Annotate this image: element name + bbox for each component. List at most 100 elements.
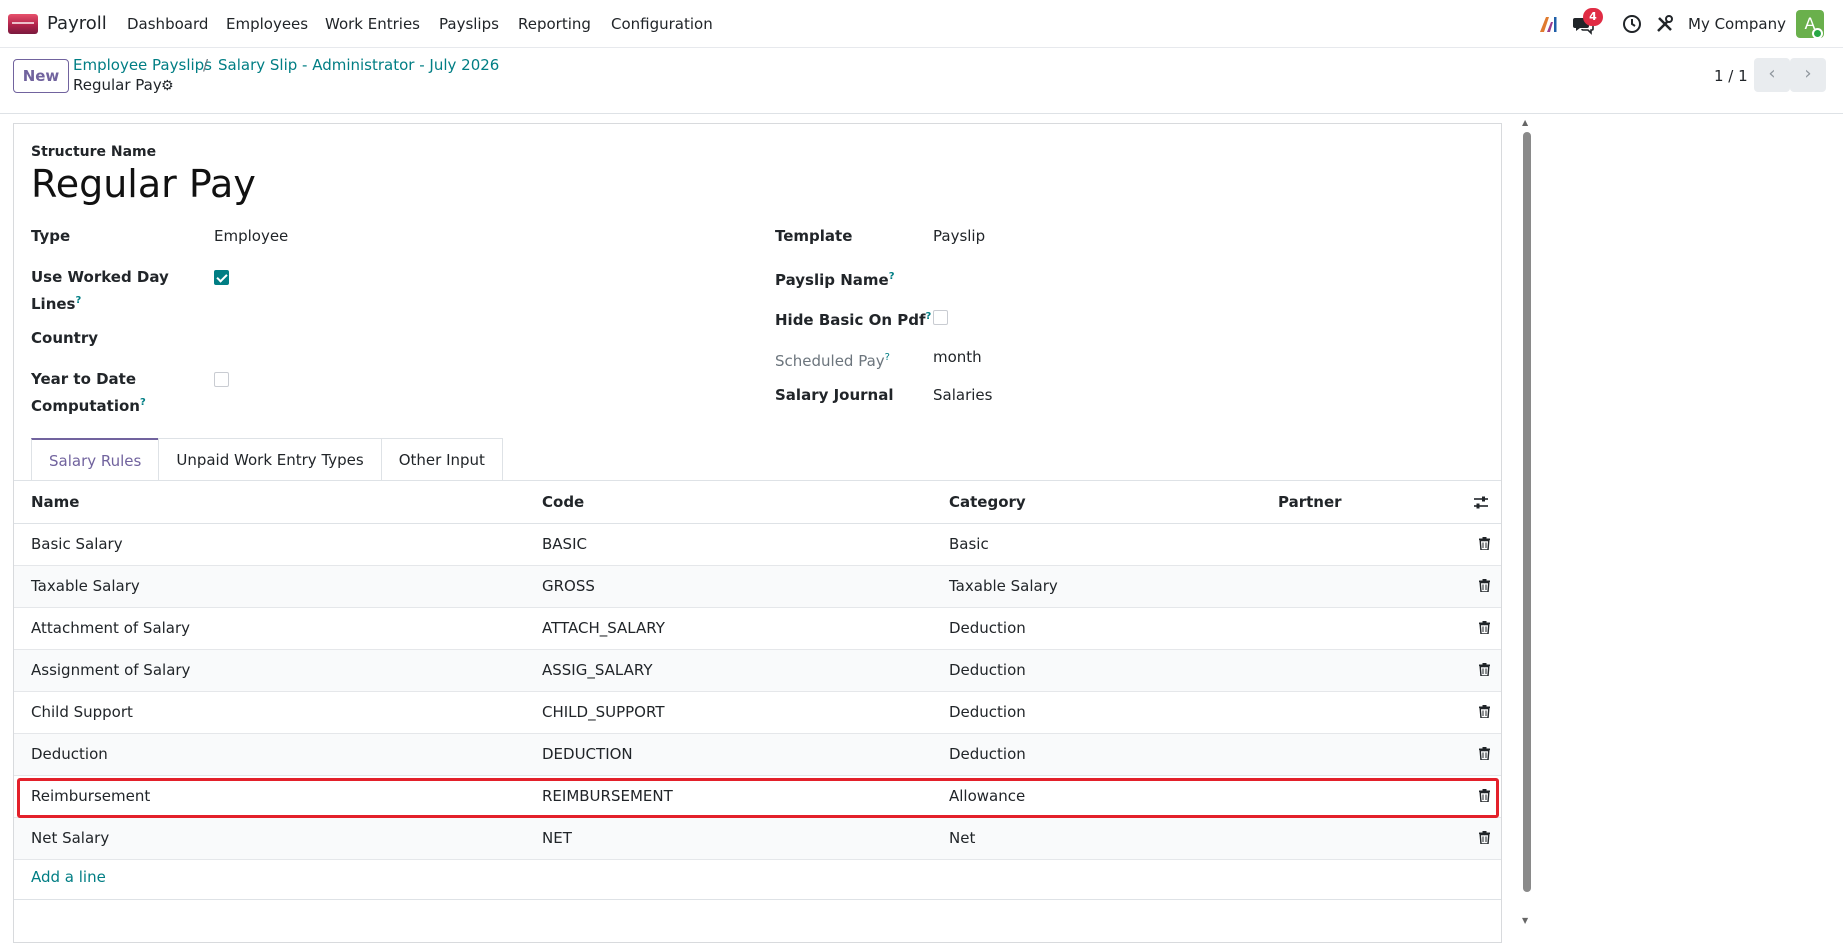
worked-day-help-icon[interactable]: ? <box>75 295 81 306</box>
trash-icon[interactable] <box>1479 705 1490 718</box>
rule-category: Deduction <box>949 703 1026 721</box>
menu-dashboard[interactable]: Dashboard <box>127 15 208 33</box>
table-row[interactable]: Child Support CHILD_SUPPORT Deduction <box>14 692 1501 734</box>
table-row[interactable]: Attachment of Salary ATTACH_SALARY Deduc… <box>14 608 1501 650</box>
worked-day-label-line1: Use Worked Day <box>31 268 169 286</box>
menu-configuration[interactable]: Configuration <box>611 15 713 33</box>
scroll-up-arrow[interactable]: ▲ <box>1522 118 1528 127</box>
tab-other-input[interactable]: Other Input <box>380 438 503 481</box>
control-panel: New Employee Payslips / Salary Slip - Ad… <box>0 48 1843 114</box>
trash-icon[interactable] <box>1479 831 1490 844</box>
trash-icon[interactable] <box>1479 621 1490 634</box>
menu-employees[interactable]: Employees <box>226 15 308 33</box>
rule-category: Deduction <box>949 661 1026 679</box>
payroll-app-icon[interactable] <box>8 14 38 34</box>
structure-name-field[interactable]: Regular Pay <box>31 162 256 206</box>
rule-code: ATTACH_SALARY <box>542 619 665 637</box>
ytd-help-icon[interactable]: ? <box>140 397 146 408</box>
previous-record-button[interactable]: ‹ <box>1754 58 1790 92</box>
structure-name-label: Structure Name <box>31 144 157 160</box>
scheduled-pay-help-icon[interactable]: ? <box>885 352 890 363</box>
gear-icon[interactable]: ⚙ <box>161 78 174 94</box>
tab-salary-rules[interactable]: Salary Rules <box>31 438 160 481</box>
table-row[interactable]: Taxable Salary GROSS Taxable Salary <box>14 566 1501 608</box>
table-row[interactable]: Assignment of Salary ASSIG_SALARY Deduct… <box>14 650 1501 692</box>
tab-unpaid-work-entry-types[interactable]: Unpaid Work Entry Types <box>158 438 382 481</box>
pager-value[interactable]: 1 / 1 <box>1714 67 1748 85</box>
breadcrumb-employee-payslips[interactable]: Employee Payslips <box>73 56 212 74</box>
hide-basic-checkbox[interactable] <box>933 310 948 325</box>
rule-code: BASIC <box>542 535 587 553</box>
rule-name: Assignment of Salary <box>31 661 191 679</box>
ai-icon[interactable] <box>1538 14 1558 34</box>
rule-name: Deduction <box>31 745 108 763</box>
rule-category: Basic <box>949 535 989 553</box>
top-navbar: Payroll Dashboard Employees Work Entries… <box>0 0 1843 48</box>
type-field[interactable]: Employee <box>214 227 288 245</box>
table-row[interactable]: Net Salary NET Net <box>14 818 1501 860</box>
ytd-label-text: Computation <box>31 397 140 415</box>
rule-code: GROSS <box>542 577 595 595</box>
worked-day-label-line2: Lines? <box>31 289 81 316</box>
rule-category: Taxable Salary <box>949 577 1058 595</box>
salary-journal-label: Salary Journal <box>775 386 894 404</box>
record-title: Regular Pay <box>73 76 162 94</box>
tools-icon[interactable] <box>1655 14 1675 34</box>
worked-day-checkbox[interactable] <box>214 270 229 285</box>
rule-code: ASSIG_SALARY <box>542 661 653 679</box>
template-label: Template <box>775 227 853 245</box>
payslip-name-help-icon[interactable]: ? <box>889 271 895 282</box>
column-header-category[interactable]: Category <box>949 493 1026 511</box>
hide-basic-help-icon[interactable]: ? <box>925 311 931 322</box>
menu-reporting[interactable]: Reporting <box>518 15 591 33</box>
column-header-partner[interactable]: Partner <box>1278 493 1342 511</box>
table-row[interactable]: Basic Salary BASIC Basic <box>14 524 1501 566</box>
app-name[interactable]: Payroll <box>47 13 107 34</box>
column-header-code[interactable]: Code <box>542 493 584 511</box>
trash-icon[interactable] <box>1479 747 1490 760</box>
type-label: Type <box>31 227 71 245</box>
salary-journal-field[interactable]: Salaries <box>933 386 992 404</box>
rule-code: DEDUCTION <box>542 745 633 763</box>
rule-category: Allowance <box>949 787 1026 805</box>
clock-icon[interactable] <box>1622 14 1642 34</box>
trash-icon[interactable] <box>1479 579 1490 592</box>
next-record-button[interactable]: › <box>1790 58 1826 92</box>
menu-payslips[interactable]: Payslips <box>439 15 499 33</box>
rule-code: REIMBURSEMENT <box>542 787 673 805</box>
rule-name: Basic Salary <box>31 535 123 553</box>
breadcrumb-salary-slip[interactable]: Salary Slip - Administrator - July 2026 <box>218 56 499 74</box>
trash-icon[interactable] <box>1479 663 1490 676</box>
new-button[interactable]: New <box>13 59 69 93</box>
ytd-checkbox[interactable] <box>214 372 229 387</box>
scheduled-pay-label: Scheduled Pay? <box>775 346 890 373</box>
menu-work-entries[interactable]: Work Entries <box>325 15 420 33</box>
trash-icon[interactable] <box>1479 537 1490 550</box>
table-row-selected[interactable]: Reimbursement REIMBURSEMENT Allowance <box>14 776 1501 818</box>
rule-code: CHILD_SUPPORT <box>542 703 665 721</box>
table-footer-divider <box>14 899 1501 900</box>
company-switcher[interactable]: My Company <box>1688 15 1786 33</box>
scrollbar-thumb[interactable] <box>1523 132 1531 892</box>
table-header: Name Code Category Partner <box>14 481 1501 524</box>
scroll-down-arrow[interactable]: ▼ <box>1522 916 1528 925</box>
scheduled-pay-label-text: Scheduled Pay <box>775 352 885 370</box>
template-field[interactable]: Payslip <box>933 227 985 245</box>
form-sheet: Structure Name Regular Pay Type Employee… <box>13 123 1502 943</box>
breadcrumb-separator: / <box>203 56 209 74</box>
rule-name: Child Support <box>31 703 133 721</box>
rule-category: Deduction <box>949 745 1026 763</box>
scheduled-pay-field: month <box>933 348 982 366</box>
country-label: Country <box>31 329 99 347</box>
payslip-name-label: Payslip Name? <box>775 265 895 292</box>
rule-category: Deduction <box>949 619 1026 637</box>
rule-name: Net Salary <box>31 829 110 847</box>
messages-badge: 4 <box>1583 8 1603 26</box>
ytd-label-line1: Year to Date <box>31 370 137 388</box>
trash-icon[interactable] <box>1479 789 1490 802</box>
rule-name: Attachment of Salary <box>31 619 191 637</box>
table-row[interactable]: Deduction DEDUCTION Deduction <box>14 734 1501 776</box>
column-header-name[interactable]: Name <box>31 493 79 511</box>
optional-columns-icon[interactable] <box>1473 495 1489 511</box>
add-line-link[interactable]: Add a line <box>31 868 106 886</box>
